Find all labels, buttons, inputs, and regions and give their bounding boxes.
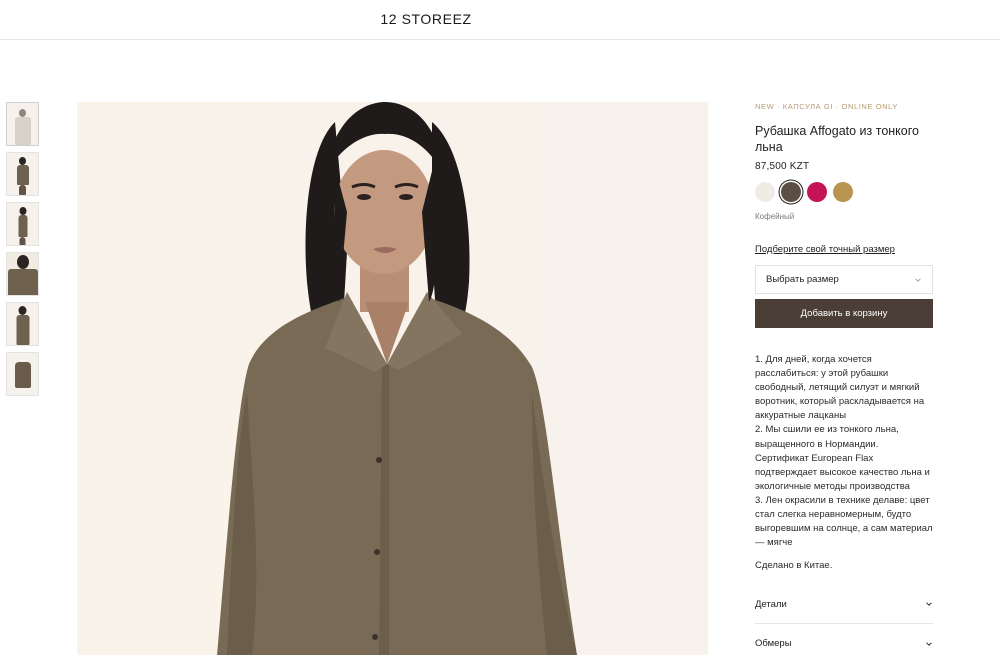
product-price: 87,500 KZT bbox=[755, 161, 810, 172]
accordion-measurements[interactable]: Обмеры bbox=[755, 624, 933, 655]
country-of-origin: Сделано в Китае. bbox=[755, 560, 833, 572]
brand-logo[interactable]: 12 STOREEZ bbox=[0, 11, 852, 27]
chevron-down-icon bbox=[926, 602, 932, 607]
accordion-details-label: Детали bbox=[755, 598, 787, 610]
thumbnail-3[interactable] bbox=[6, 202, 39, 246]
product-info-panel: NEW · КАПСУЛА GI · ONLINE ONLY Рубашка A… bbox=[755, 102, 933, 655]
color-swatch-coffee[interactable] bbox=[781, 182, 801, 202]
thumbnail-1[interactable] bbox=[6, 102, 39, 146]
product-accordion: Детали Обмеры bbox=[755, 585, 933, 655]
product-description: 1. Для дней, когда хочется расслабиться:… bbox=[755, 353, 933, 550]
product-tagline: NEW · КАПСУЛА GI · ONLINE ONLY bbox=[755, 102, 898, 111]
color-swatch-magenta[interactable] bbox=[807, 182, 827, 202]
description-point-3: 3. Лен окрасили в технике делаве: цвет с… bbox=[755, 494, 933, 549]
description-point-1: 1. Для дней, когда хочется расслабиться:… bbox=[755, 354, 925, 422]
model-illustration bbox=[77, 102, 708, 655]
accordion-details[interactable]: Детали bbox=[755, 585, 933, 625]
color-swatch-white[interactable] bbox=[755, 182, 775, 202]
product-title: Рубашка Affogato из тонкого льна bbox=[755, 124, 919, 154]
thumbnail-5[interactable] bbox=[6, 302, 39, 346]
size-select-label: Выбрать размер bbox=[766, 274, 839, 285]
thumbnail-4[interactable] bbox=[6, 252, 39, 296]
chevron-down-icon bbox=[926, 642, 932, 646]
thumbnail-6[interactable] bbox=[6, 352, 39, 396]
thumbnail-2[interactable] bbox=[6, 152, 39, 196]
accordion-measurements-label: Обмеры bbox=[755, 638, 792, 650]
description-point-2: 2. Мы сшили ее из тонкого льна, выращенн… bbox=[755, 424, 930, 492]
size-select[interactable]: Выбрать размер bbox=[755, 265, 933, 294]
selected-color-name: Кофейный bbox=[755, 212, 795, 221]
size-guide-link[interactable]: Подберите свой точный размер bbox=[755, 244, 933, 255]
site-header: 12 STOREEZ bbox=[0, 0, 1000, 40]
chevron-down-icon bbox=[915, 277, 921, 282]
product-main-photo[interactable] bbox=[77, 102, 708, 655]
color-swatch-mustard[interactable] bbox=[833, 182, 853, 202]
thumbnail-strip bbox=[6, 102, 40, 402]
add-to-cart-button[interactable]: Добавить в корзину bbox=[755, 299, 933, 328]
color-swatches bbox=[755, 182, 933, 202]
